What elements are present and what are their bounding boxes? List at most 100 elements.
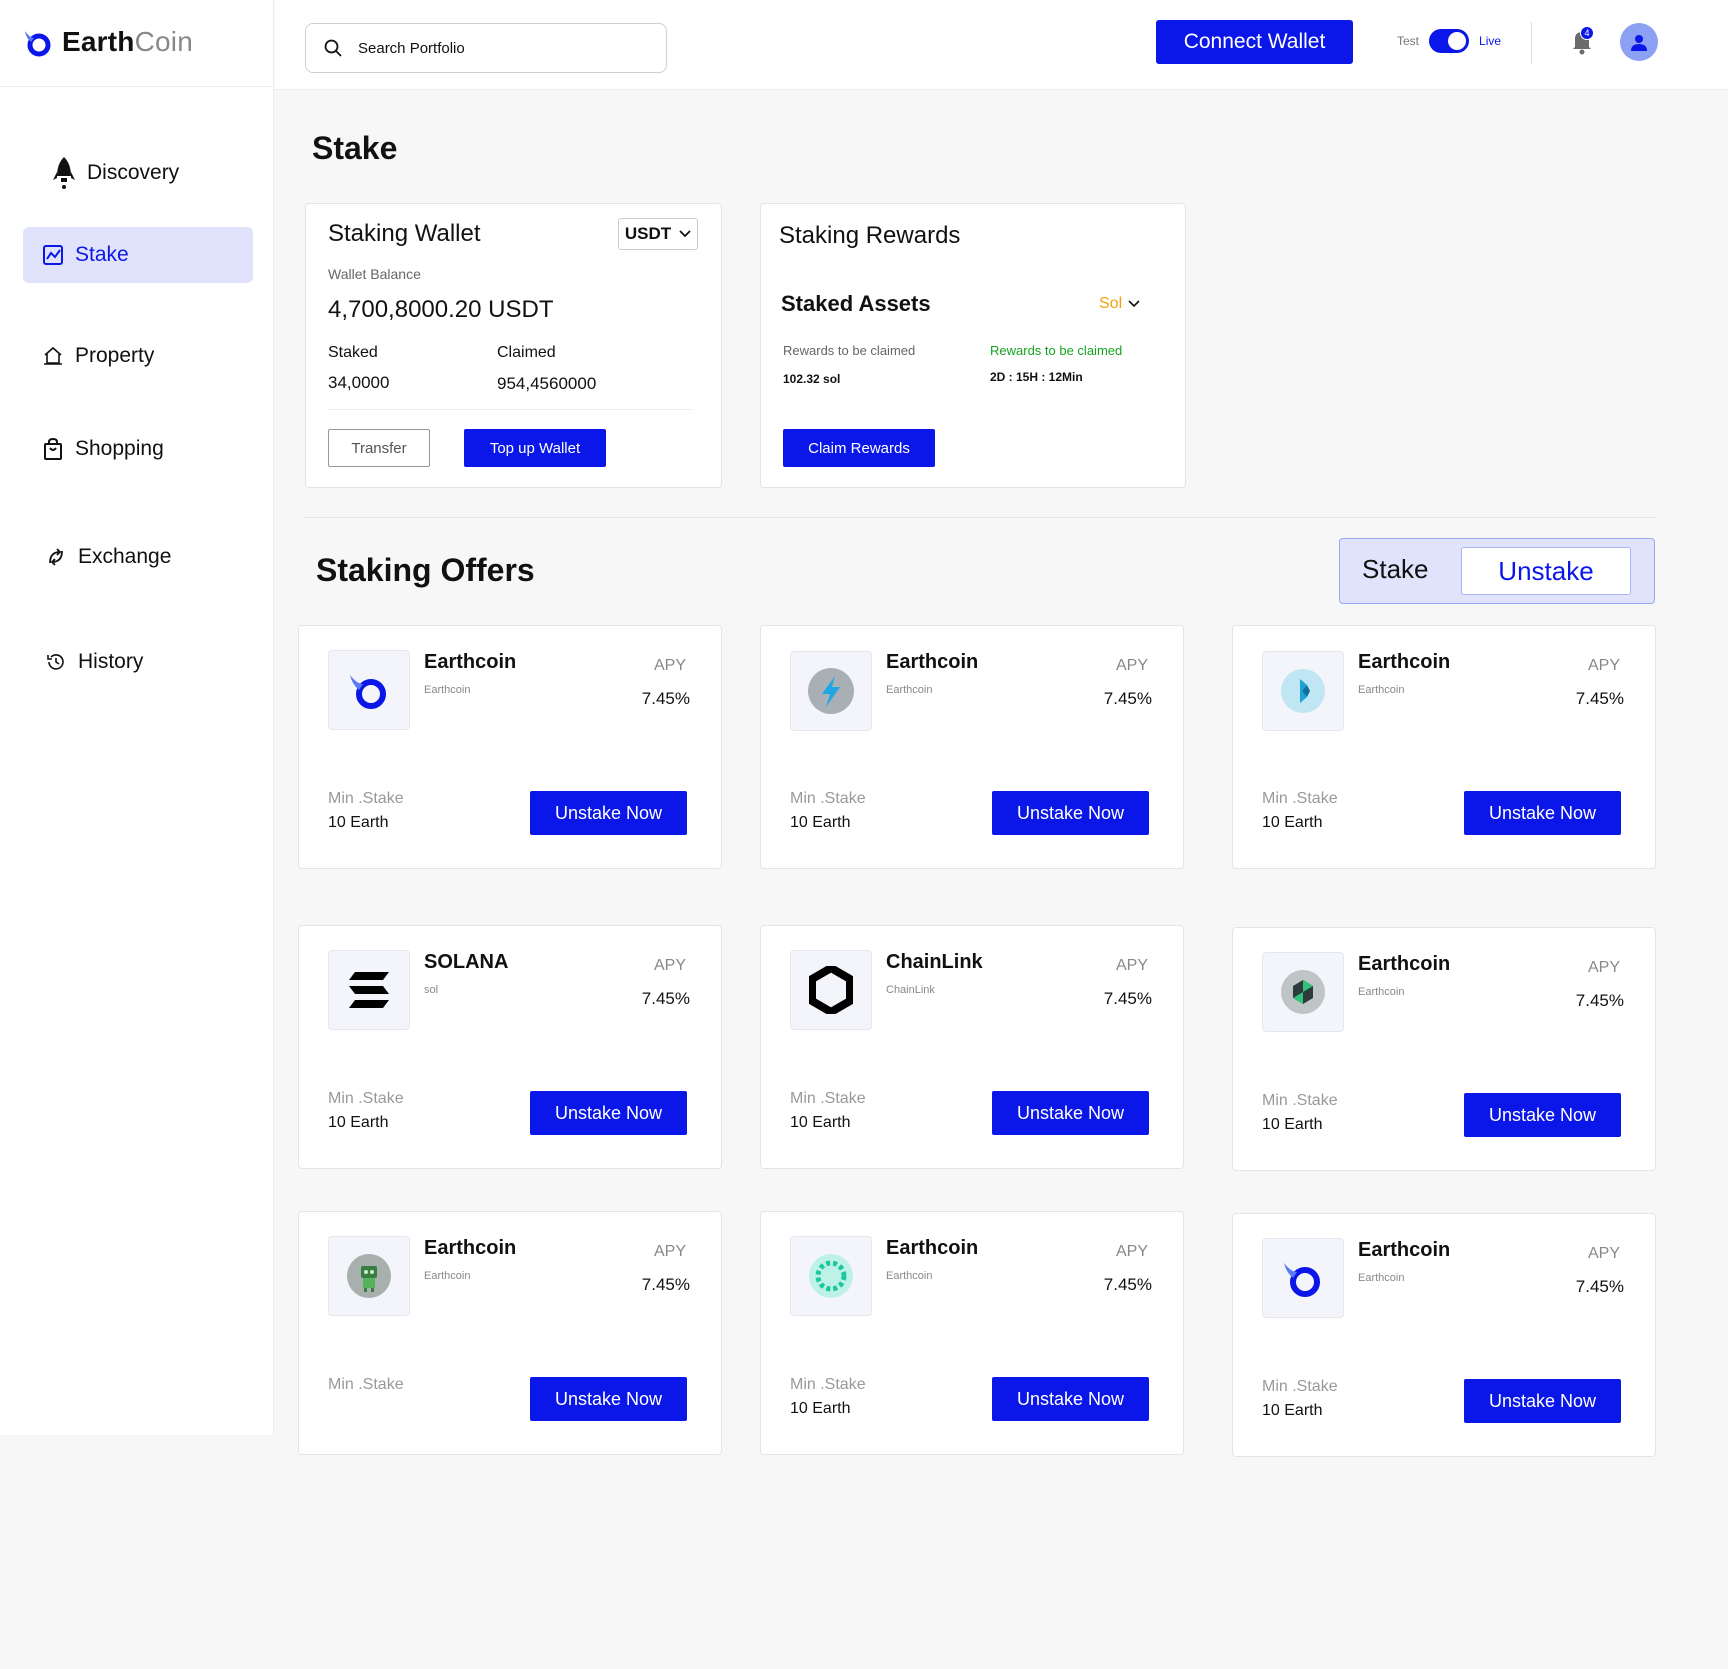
unstake-now-button[interactable]: Unstake Now bbox=[530, 1377, 687, 1421]
offer-card: Earthcoin Earthcoin APY 7.45% Min .Stake… bbox=[760, 1211, 1184, 1455]
avatar[interactable] bbox=[1620, 23, 1658, 61]
apy-value: 7.45% bbox=[641, 989, 690, 1008]
offer-card: Earthcoin Earthcoin APY 7.45% Min .Stake… bbox=[1232, 625, 1656, 869]
coin-symbol: sol bbox=[424, 984, 439, 996]
claim-value: 102.32 sol bbox=[783, 372, 841, 386]
unstake-now-button[interactable]: Unstake Now bbox=[1464, 1379, 1621, 1423]
tab-stake[interactable]: Stake bbox=[1362, 554, 1429, 585]
sidebar-item-exchange[interactable]: Exchange bbox=[46, 545, 171, 569]
bolt-coin-icon bbox=[808, 668, 854, 714]
mode-toggle-group: Test Live bbox=[1397, 29, 1501, 53]
asset-select[interactable]: Sol bbox=[1099, 295, 1140, 313]
claimed-value: 954,4560000 bbox=[497, 374, 597, 393]
test-live-toggle[interactable] bbox=[1429, 29, 1470, 53]
coin-icon-box bbox=[328, 950, 410, 1030]
coin-name: Earthcoin bbox=[1358, 1239, 1451, 1261]
chart-icon bbox=[43, 245, 63, 265]
notification-badge: 4 bbox=[1580, 26, 1594, 40]
toggle-label-test: Test bbox=[1397, 34, 1420, 48]
coin-name: Earthcoin bbox=[886, 651, 979, 673]
card-title: Staking Wallet bbox=[328, 220, 481, 247]
min-stake-label: Min .Stake bbox=[328, 1090, 404, 1107]
toggle-knob bbox=[1448, 32, 1467, 50]
top-header: Connect Wallet Test Live 4 bbox=[275, 0, 1728, 90]
claim-rewards-button[interactable]: Claim Rewards bbox=[783, 429, 935, 467]
min-stake-label: Min .Stake bbox=[1262, 790, 1338, 807]
app-logo[interactable]: EarthCoin bbox=[22, 26, 193, 58]
apy-value: 7.45% bbox=[1575, 1277, 1624, 1296]
coin-name: SOLANA bbox=[424, 951, 509, 973]
hex-coin-icon bbox=[1281, 970, 1325, 1014]
apy-value: 7.45% bbox=[1103, 1275, 1152, 1294]
divider bbox=[0, 86, 274, 87]
unstake-now-button[interactable]: Unstake Now bbox=[992, 791, 1149, 835]
apy-value: 7.45% bbox=[1575, 689, 1624, 708]
min-stake-value: 10 Earth bbox=[1262, 814, 1323, 831]
coin-icon-box bbox=[1262, 1238, 1344, 1318]
coin-icon-box bbox=[790, 950, 872, 1030]
currency-select[interactable]: USDT bbox=[618, 218, 698, 250]
coin-symbol: Earthcoin bbox=[1358, 1272, 1405, 1284]
claimed-label: Claimed bbox=[497, 344, 556, 361]
unstake-now-button[interactable]: Unstake Now bbox=[530, 791, 687, 835]
min-stake-value: 10 Earth bbox=[1262, 1116, 1323, 1133]
offer-card: Earthcoin Earthcoin APY 7.45% Min .Stake… bbox=[1232, 927, 1656, 1171]
bag-icon bbox=[44, 438, 62, 460]
search-icon bbox=[324, 39, 342, 57]
apy-value: 7.45% bbox=[1103, 689, 1152, 708]
coin-symbol: Earthcoin bbox=[886, 684, 933, 696]
coin-icon-box bbox=[790, 651, 872, 731]
coin-symbol: Earthcoin bbox=[886, 1270, 933, 1282]
exchange-icon bbox=[49, 548, 63, 566]
coin-name: Earthcoin bbox=[424, 1237, 517, 1259]
unstake-now-button[interactable]: Unstake Now bbox=[1464, 791, 1621, 835]
unstake-now-button[interactable]: Unstake Now bbox=[1464, 1093, 1621, 1137]
coin-symbol: ChainLink bbox=[886, 984, 935, 996]
sidebar: EarthCoin Discovery Stake Property Shopp… bbox=[0, 0, 274, 1435]
transfer-button[interactable]: Transfer bbox=[328, 429, 430, 467]
search-bar[interactable] bbox=[305, 23, 667, 73]
top-up-wallet-button[interactable]: Top up Wallet bbox=[464, 429, 606, 467]
sidebar-item-property[interactable]: Property bbox=[43, 344, 154, 368]
apy-value: 7.45% bbox=[1103, 989, 1152, 1008]
min-stake-label: Min .Stake bbox=[790, 790, 866, 807]
apy-label: APY bbox=[1115, 1243, 1148, 1260]
tab-unstake[interactable]: Unstake bbox=[1461, 547, 1631, 595]
earthcoin-logo-icon bbox=[1284, 1263, 1320, 1297]
unstake-now-button[interactable]: Unstake Now bbox=[992, 1377, 1149, 1421]
asset-select-value: Sol bbox=[1099, 295, 1123, 312]
coin-icon-box bbox=[328, 1236, 410, 1316]
staking-offers-title: Staking Offers bbox=[316, 552, 535, 588]
coin-name: ChainLink bbox=[886, 951, 983, 973]
ring-coin-icon bbox=[809, 1254, 853, 1298]
stake-unstake-switch: Stake Unstake bbox=[1339, 538, 1655, 604]
offer-card: Earthcoin Earthcoin APY 7.45% Min .Stake… bbox=[298, 625, 722, 869]
chainlink-icon bbox=[809, 966, 853, 1014]
apy-value: 7.45% bbox=[641, 689, 690, 708]
search-input[interactable] bbox=[358, 39, 638, 57]
min-stake-label: Min .Stake bbox=[328, 790, 404, 807]
offer-card: Earthcoin Earthcoin APY 7.45% Min .Stake… bbox=[298, 1211, 722, 1455]
staked-label: Staked bbox=[328, 344, 378, 361]
wallet-balance: 4,700,8000.20 USDT bbox=[328, 296, 554, 323]
connect-wallet-button[interactable]: Connect Wallet bbox=[1156, 20, 1353, 64]
coin-symbol: Earthcoin bbox=[424, 684, 471, 696]
sidebar-item-label: Stake bbox=[75, 243, 129, 266]
unstake-now-button[interactable]: Unstake Now bbox=[992, 1091, 1149, 1135]
earthcoin-logo-icon bbox=[25, 31, 51, 57]
history-icon bbox=[47, 654, 64, 670]
coin-name: Earthcoin bbox=[424, 651, 517, 673]
min-stake-label: Min .Stake bbox=[790, 1090, 866, 1107]
coin-symbol: Earthcoin bbox=[1358, 986, 1405, 998]
staking-rewards-card: Staking Rewards Staked Assets Sol Reward… bbox=[760, 203, 1186, 488]
sidebar-item-history[interactable]: History bbox=[46, 650, 143, 674]
sidebar-item-stake[interactable]: Stake bbox=[23, 227, 253, 283]
sidebar-item-shopping[interactable]: Shopping bbox=[43, 437, 164, 461]
offer-card: Earthcoin Earthcoin APY 7.45% Min .Stake… bbox=[760, 625, 1184, 869]
staked-value: 34,0000 bbox=[328, 373, 390, 392]
min-stake-label: Min .Stake bbox=[1262, 1092, 1338, 1109]
staking-wallet-card: Staking Wallet USDT Wallet Balance 4,700… bbox=[305, 203, 722, 488]
sidebar-item-discovery[interactable]: Discovery bbox=[53, 156, 179, 190]
unstake-now-button[interactable]: Unstake Now bbox=[530, 1091, 687, 1135]
coin-icon-box bbox=[328, 650, 410, 730]
